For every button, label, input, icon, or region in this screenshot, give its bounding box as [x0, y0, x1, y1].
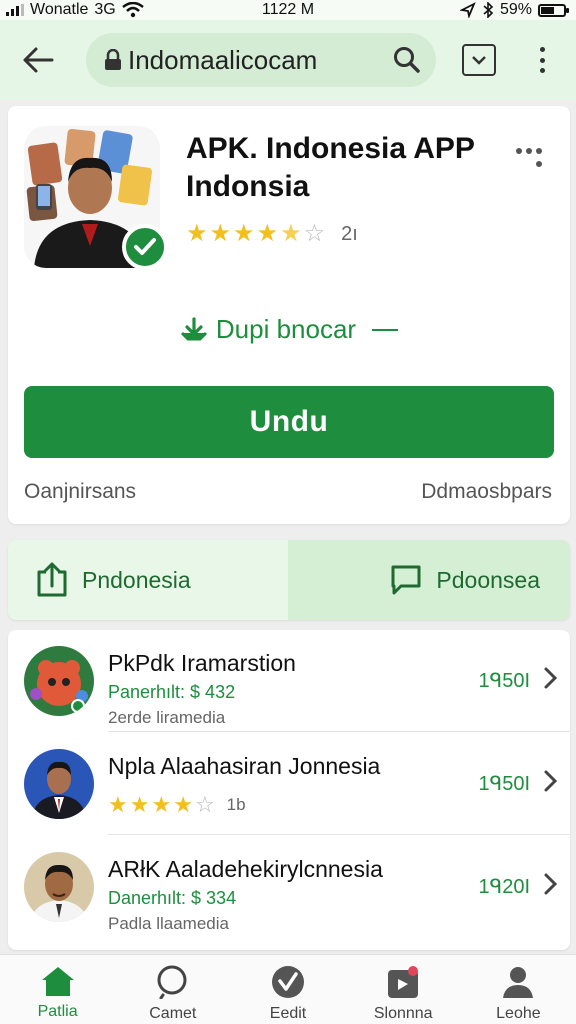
avatar — [24, 749, 94, 819]
rating-count: 2ı — [341, 222, 358, 245]
nav-home-label: Patlia — [37, 1003, 78, 1020]
nav-search-label: Camet — [149, 1005, 197, 1022]
tab-comment-label: Pdoonsea — [436, 566, 540, 593]
profile-icon — [503, 967, 534, 998]
app-avatar-image — [24, 749, 94, 819]
bottom-navigation: Patlia Camet Eedit Slonnna Leohe — [0, 954, 576, 1024]
browser-toolbar: Indomaalicocam — [0, 20, 576, 100]
star-filled-icon: ★ — [108, 792, 128, 817]
nav-edit[interactable]: Eedit — [230, 955, 345, 1024]
nav-profile-label: Leohe — [496, 1005, 541, 1022]
dash-decoration — [372, 328, 399, 331]
action-tabs: Pndonesia Pdoonsea — [8, 540, 570, 620]
list-item-subtitle: Danerhılt: $ 334 — [108, 888, 237, 908]
star-filled-icon: ★ — [173, 792, 193, 817]
bluetooth-icon — [483, 2, 494, 18]
nav-edit-label: Eedit — [269, 1005, 307, 1022]
chevron-right-icon — [544, 667, 558, 689]
arrow-left-icon — [23, 47, 54, 73]
star-half-icon: ★ — [280, 220, 302, 247]
nav-home[interactable]: Patlia — [0, 955, 115, 1024]
divider — [108, 731, 570, 732]
avatar — [24, 646, 94, 716]
signal-icon — [6, 4, 24, 16]
overflow-menu-button[interactable] — [532, 44, 552, 76]
lock-icon — [105, 49, 121, 70]
status-left: Wonatle 3G — [6, 0, 144, 20]
download-link-label: Dupi bnocar — [215, 314, 357, 344]
star-filled-icon: ★ — [256, 220, 279, 247]
nav-store-label: Slonnna — [373, 1005, 433, 1022]
star-filled-icon: ★ — [129, 792, 150, 817]
star-empty-icon: ☆ — [303, 220, 326, 247]
search-icon — [157, 965, 187, 999]
rating-stars: ★ ★ ★ ★ ☆ — [108, 793, 215, 817]
divider — [108, 834, 570, 835]
list-item-count: 1ᑫ20I — [478, 876, 531, 898]
list-item[interactable]: Npla Alaahasiran Jonnesia ★ ★ ★ ★ ☆ 1b 1ᑫ50I — [8, 733, 570, 835]
list-item-title: PkPdk Iramarstion — [108, 650, 296, 676]
status-bar: Wonatle 3G 1122 M 59% — [0, 0, 576, 20]
tab-share-label: Pndonesia — [82, 566, 191, 593]
edit-icon — [272, 966, 304, 998]
app-card: APK. Indonesia APP Indonsia ★ ★ ★ ★ ★ ☆ 2ı Du… — [8, 106, 570, 524]
download-icon — [180, 316, 207, 340]
verified-badge — [122, 224, 168, 270]
chevron-right-icon — [544, 873, 558, 895]
meta-right-text: Ddmaosbpars — [421, 480, 552, 503]
tab-comment[interactable]: Pdoonsea — [288, 540, 570, 620]
nav-search[interactable]: Camet — [115, 955, 230, 1024]
nav-profile[interactable]: Leohe — [461, 955, 576, 1024]
carrier-name: Wonatle — [30, 1, 89, 18]
star-filled-icon: ★ — [151, 792, 172, 817]
battery-icon — [538, 3, 569, 17]
network-type: 3G — [94, 1, 116, 18]
list-item[interactable]: ARłK Aaladehekirylcnnesia Danerhılt: $ 3… — [8, 836, 570, 938]
home-icon — [41, 967, 74, 996]
avatar — [24, 852, 94, 922]
rating-row: ★ ★ ★ ★ ★ ☆ 2ı — [186, 222, 358, 246]
nav-store[interactable]: Slonnna — [346, 955, 461, 1024]
install-button[interactable]: Undu — [24, 386, 554, 458]
list-item-title: ARłK Aaladehekirylcnnesia — [108, 856, 383, 882]
list-item-rating-count: 1b — [226, 795, 246, 814]
list-item-count: 1ᑫ50I — [478, 773, 531, 795]
star-filled-icon: ★ — [209, 220, 232, 247]
more-options-icon[interactable] — [514, 146, 544, 168]
app-list: PkPdk Iramarstion Panerhılt: $ 432 2erde… — [8, 630, 570, 950]
tabs-button[interactable] — [462, 44, 496, 76]
store-icon — [388, 966, 419, 998]
app-avatar-image — [24, 646, 94, 716]
list-item-subtitle: Panerhılt: $ 432 — [108, 682, 236, 702]
url-text: Indomaalicocam — [128, 44, 318, 75]
app-avatar-image — [24, 852, 94, 922]
star-empty-icon: ☆ — [194, 792, 215, 817]
status-right: 59% — [459, 0, 569, 20]
list-item-caption: Padla llaamedia — [108, 914, 229, 933]
list-item[interactable]: PkPdk Iramarstion Panerhılt: $ 432 2erde… — [8, 630, 570, 732]
star-filled-icon: ★ — [186, 220, 208, 247]
list-item-title: Npla Alaahasiran Jonnesia — [108, 753, 381, 779]
location-icon — [459, 2, 476, 18]
download-link[interactable]: Dupi bnocar — [8, 314, 570, 345]
list-item-count: 1ᑫ50I — [478, 670, 531, 692]
chevron-right-icon — [544, 770, 558, 792]
app-title: APK. Indonesia APP Indonsia — [186, 132, 475, 203]
comment-icon — [391, 565, 421, 595]
rating-stars: ★ ★ ★ ★ ★ ☆ — [186, 222, 325, 246]
list-item-rating: ★ ★ ★ ★ ☆ 1b — [108, 793, 246, 817]
share-icon — [37, 562, 67, 597]
meta-left-text: Oanjnirsans — [24, 480, 137, 503]
wifi-icon — [121, 2, 144, 18]
back-button[interactable] — [18, 40, 58, 80]
list-item-caption: 2erde liramedia — [108, 708, 226, 727]
checkmark-icon — [134, 238, 156, 255]
tab-share[interactable]: Pndonesia — [8, 540, 288, 620]
star-filled-icon: ★ — [233, 220, 255, 247]
battery-percent: 59% — [499, 1, 532, 18]
chevron-down-icon — [472, 56, 486, 65]
search-icon[interactable] — [392, 45, 422, 75]
address-bar[interactable]: Indomaalicocam — [86, 33, 436, 87]
